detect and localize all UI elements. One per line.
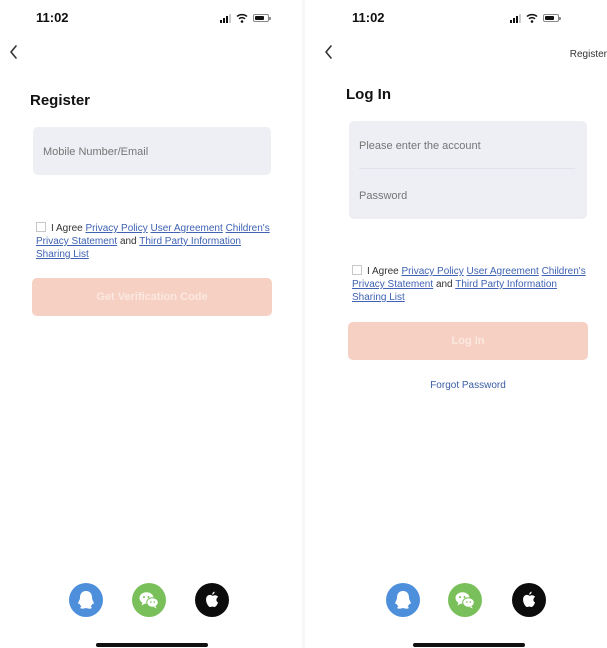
agree-checkbox[interactable] bbox=[352, 265, 362, 275]
status-time: 11:02 bbox=[352, 10, 385, 25]
wechat-login-button[interactable] bbox=[448, 583, 482, 617]
account-input[interactable] bbox=[359, 140, 577, 152]
qq-icon bbox=[395, 591, 411, 609]
wechat-icon bbox=[455, 592, 475, 609]
apple-icon bbox=[523, 591, 536, 608]
apple-login-button[interactable] bbox=[512, 583, 546, 617]
page-title: Log In bbox=[346, 86, 391, 103]
credentials-box bbox=[349, 121, 587, 219]
back-arrow-icon[interactable] bbox=[323, 44, 335, 60]
password-input[interactable] bbox=[359, 190, 577, 202]
agree-checkbox[interactable] bbox=[36, 222, 46, 232]
login-screen: 11:02 Register Log In Please enter the a… bbox=[307, 0, 607, 648]
qq-login-button[interactable] bbox=[69, 583, 103, 617]
get-verification-code-button[interactable]: Get Verification Code bbox=[32, 278, 272, 316]
battery-icon bbox=[253, 14, 271, 22]
wechat-icon bbox=[139, 592, 159, 609]
screens: 11:02 Register I Agree Privacy Po bbox=[0, 0, 607, 648]
qq-login-button[interactable] bbox=[386, 583, 420, 617]
user-agreement-link[interactable]: User Agreement bbox=[151, 223, 223, 234]
home-indicator[interactable] bbox=[96, 643, 208, 647]
register-screen: 11:02 Register I Agree Privacy Po bbox=[0, 0, 300, 648]
account-input[interactable] bbox=[43, 146, 261, 158]
log-in-button[interactable]: Log In bbox=[348, 322, 588, 360]
back-arrow-icon[interactable] bbox=[8, 44, 20, 60]
home-indicator[interactable] bbox=[413, 643, 525, 647]
forgot-password-link[interactable]: Forgot Password bbox=[348, 380, 588, 391]
screen-divider bbox=[302, 0, 305, 648]
wechat-login-button[interactable] bbox=[132, 583, 166, 617]
apple-login-button[interactable] bbox=[195, 583, 229, 617]
cellular-signal-icon bbox=[220, 13, 231, 23]
status-bar: 11:02 bbox=[307, 10, 607, 28]
apple-icon bbox=[206, 591, 219, 608]
privacy-policy-link[interactable]: Privacy Policy bbox=[401, 266, 463, 277]
status-icons bbox=[220, 13, 271, 23]
account-field[interactable] bbox=[33, 127, 271, 175]
cellular-signal-icon bbox=[510, 13, 521, 23]
status-bar: 11:02 bbox=[0, 10, 300, 28]
register-link[interactable]: Register bbox=[570, 49, 607, 60]
agreement-text: I Agree Privacy Policy User Agreement Ch… bbox=[352, 265, 586, 303]
wifi-icon bbox=[526, 13, 538, 23]
page-title: Register bbox=[30, 92, 91, 109]
wifi-icon bbox=[236, 13, 248, 23]
qq-icon bbox=[78, 591, 94, 609]
status-icons bbox=[510, 13, 561, 23]
user-agreement-link[interactable]: User Agreement bbox=[467, 266, 539, 277]
field-separator bbox=[359, 168, 575, 169]
battery-icon bbox=[543, 14, 561, 22]
agreement-text: I Agree Privacy Policy User Agreement Ch… bbox=[36, 222, 270, 260]
privacy-policy-link[interactable]: Privacy Policy bbox=[85, 223, 147, 234]
status-time: 11:02 bbox=[36, 10, 69, 25]
